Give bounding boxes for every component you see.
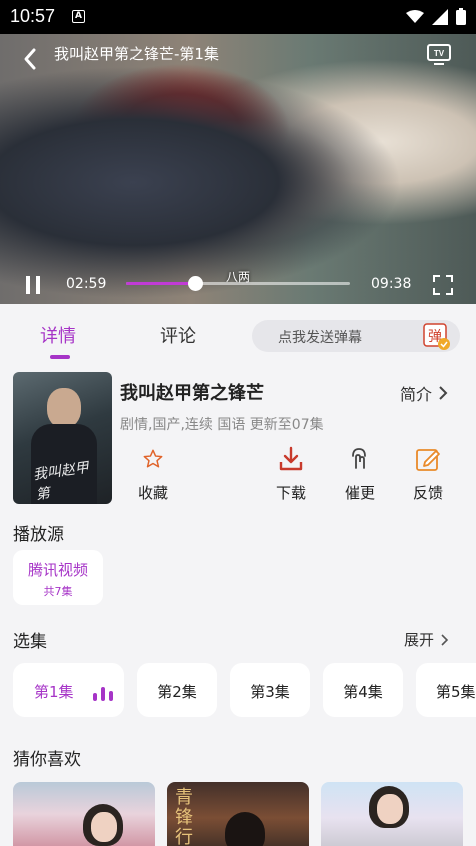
show-title: 我叫赵甲第之锋芒 (120, 383, 264, 404)
battery-icon (456, 8, 466, 25)
favorite-label: 收藏 (137, 484, 168, 502)
source-name: 腾讯视频 (27, 561, 88, 579)
episode-5-button[interactable]: 第5集 (416, 663, 476, 717)
recommend-item[interactable] (13, 782, 155, 846)
status-bar: 10:57 A (0, 0, 476, 34)
thumbnail-figure-hair (225, 812, 265, 846)
chevron-right-icon (439, 386, 448, 400)
current-time: 02:59 (66, 276, 107, 292)
show-poster[interactable]: 我叫赵甲第 (13, 372, 112, 504)
danmaku-toggle-icon[interactable]: 弹 (422, 322, 450, 350)
recommend-section-title: 猜你喜欢 (13, 750, 81, 770)
fullscreen-icon[interactable] (432, 274, 454, 296)
wifi-icon (406, 9, 424, 23)
intro-label: 简介 (400, 385, 433, 404)
cast-tv-icon[interactable]: TV (426, 42, 452, 66)
chevron-right-icon (441, 633, 449, 646)
episode-4-button[interactable]: 第4集 (323, 663, 403, 717)
favorite-button[interactable]: 收藏 (123, 444, 183, 503)
video-player[interactable]: 我叫赵甲第之锋芒-第1集 TV 八两 02:59 09:38 (0, 34, 476, 304)
thumbnail-figure-face (377, 794, 403, 824)
feedback-label: 反馈 (412, 484, 443, 502)
urge-update-button[interactable]: 催更 (330, 444, 390, 503)
episode-label: 第2集 (157, 683, 197, 701)
feedback-button[interactable]: 反馈 (398, 444, 458, 503)
show-meta: 剧情,国产,连续 国语 更新至07集 (120, 417, 324, 433)
episode-label: 第1集 (34, 683, 74, 701)
poster-figure-face (47, 388, 81, 428)
progress-handle[interactable] (188, 276, 204, 291)
download-icon (279, 446, 303, 471)
back-arrow-icon[interactable] (20, 42, 40, 76)
star-icon (143, 449, 163, 468)
episode-label: 第3集 (250, 683, 290, 701)
pause-icon[interactable] (24, 274, 42, 296)
recommend-item[interactable] (321, 782, 463, 846)
danmaku-input[interactable]: 点我发送弹幕 弹 (252, 320, 460, 352)
progress-fill (126, 282, 196, 285)
svg-text:TV: TV (434, 49, 445, 58)
urge-update-label: 催更 (344, 484, 375, 502)
episode-label: 第5集 (436, 683, 476, 701)
tab-bar: 详情 评论 点我发送弹幕 弹 (0, 304, 476, 360)
danmaku-placeholder: 点我发送弹幕 (278, 330, 362, 346)
episode-1-button[interactable]: 第1集 (13, 663, 124, 717)
download-label: 下载 (275, 484, 306, 502)
intro-link[interactable]: 简介 (400, 381, 448, 405)
video-title: 我叫赵甲第之锋芒-第1集 (54, 45, 219, 63)
source-section-title: 播放源 (13, 525, 64, 545)
expand-label: 展开 (404, 631, 435, 649)
status-time: 10:57 (10, 6, 56, 26)
edit-icon (416, 449, 440, 471)
episode-3-button[interactable]: 第3集 (230, 663, 310, 717)
episode-label: 第4集 (343, 683, 383, 701)
episodes-section-title: 选集 (13, 632, 47, 652)
system-icons (406, 8, 466, 25)
progress-track[interactable] (126, 276, 350, 291)
touch-icon (352, 448, 366, 469)
now-playing-icon (93, 685, 113, 701)
tab-detail[interactable]: 详情 (40, 322, 76, 348)
download-button[interactable]: 下载 (261, 444, 321, 503)
signal-icon (432, 8, 448, 25)
source-episode-count: 共7集 (43, 585, 73, 598)
thumbnail-figure-face (91, 812, 117, 842)
expand-episodes-button[interactable]: 展开 (404, 629, 449, 650)
source-card-tencent[interactable]: 腾讯视频 共7集 (13, 550, 103, 605)
episode-2-button[interactable]: 第2集 (137, 663, 217, 717)
tab-comments[interactable]: 评论 (160, 322, 196, 348)
tab-active-indicator (50, 355, 70, 359)
notification-a-icon: A (72, 10, 85, 23)
recommend-item[interactable]: 青锋行 (167, 782, 309, 846)
recommend-item-title-art: 青锋行 (175, 787, 193, 846)
total-time: 09:38 (371, 276, 412, 292)
